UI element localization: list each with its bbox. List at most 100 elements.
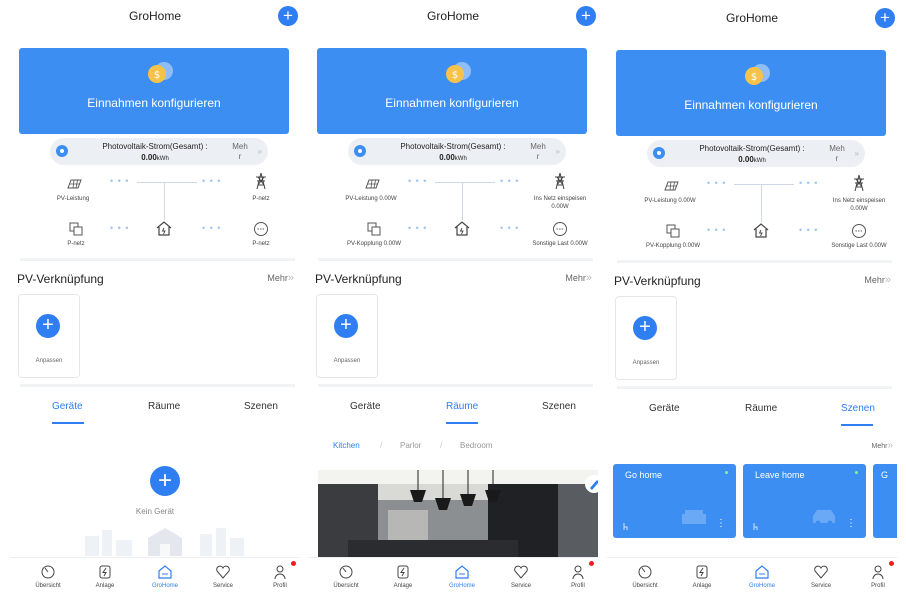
tab-scenes[interactable]: Szenen (244, 401, 278, 412)
pv-summary-more[interactable]: Meh r (529, 142, 547, 162)
pv-section-more[interactable]: Mehr» (267, 272, 294, 284)
nav-service[interactable]: Service (796, 564, 846, 589)
scene-title: Go home (625, 470, 663, 480)
screen-scenes: GroHome + $ Einnahmen konfigurieren Phot… (607, 0, 897, 597)
add-button[interactable]: + (576, 6, 596, 26)
pv-section-more[interactable]: Mehr» (864, 274, 891, 286)
more-vertical-icon[interactable]: ⋮ (846, 518, 856, 529)
energy-flow: PV-Leistung P-netz • • • • • • P-netz P-… (10, 168, 300, 258)
coupling-icon (69, 222, 83, 236)
flow-dots: • • • (408, 223, 428, 233)
nav-profile[interactable]: Profil (255, 564, 300, 589)
room-bedroom[interactable]: Bedroom (460, 441, 492, 450)
other-load-label: Sonstige Last 0.00W (532, 241, 588, 247)
room-kitchen[interactable]: Kitchen (333, 441, 360, 450)
coin-icon: $ (745, 64, 770, 85)
grid-feed-label: Ins Netz einspeisen (533, 196, 587, 202)
income-config-banner[interactable]: $ Einnahmen konfigurieren (616, 50, 886, 136)
home-icon (156, 221, 172, 236)
tab-rooms[interactable]: Räume (745, 403, 777, 414)
flow-dots: • • • (799, 178, 819, 188)
nav-profile[interactable]: Profil (553, 564, 598, 589)
home-icon (158, 565, 172, 579)
plant-icon (696, 565, 708, 579)
pv-section-title: PV-Verknüpfung (614, 274, 701, 288)
coupling-label: P-netz (67, 241, 85, 247)
coin-icon: $ (148, 62, 173, 83)
nav-service[interactable]: Service (198, 564, 248, 589)
add-device-button[interactable]: + (150, 466, 180, 496)
tab-rooms[interactable]: Räume (446, 401, 478, 412)
solar-panel-icon (365, 179, 380, 189)
tab-devices[interactable]: Geräte (649, 403, 680, 414)
kitchen-room-photo[interactable] (318, 470, 598, 557)
gesture-icon (623, 523, 628, 530)
nav-grohome[interactable]: GroHome (437, 564, 487, 589)
pv-add-card[interactable]: + Anpassen (18, 294, 80, 378)
nav-service[interactable]: Service (496, 564, 546, 589)
home-icon (755, 565, 769, 579)
more-vertical-icon[interactable]: ⋮ (716, 518, 726, 529)
screen-devices: GroHome + $ Einnahmen konfigurieren Phot… (10, 0, 300, 597)
nav-plant[interactable]: Anlage (677, 564, 727, 589)
room-separator: / (440, 440, 443, 450)
room-parlor[interactable]: Parlor (400, 441, 421, 450)
gesture-icon (753, 523, 758, 530)
other-load-icon (553, 222, 567, 236)
tab-scenes[interactable]: Szenen (542, 401, 576, 412)
scene-card-go-home[interactable]: Go home ⋮ (613, 464, 736, 538)
grid-feed-value: 0.00W (551, 204, 569, 210)
scenes-more[interactable]: Mehr» (871, 440, 893, 451)
status-dot (725, 471, 728, 474)
scene-card-leave-home[interactable]: Leave home ⋮ (743, 464, 866, 538)
coupling-icon (666, 224, 680, 238)
solar-panel-icon (67, 179, 82, 189)
pv-summary[interactable]: Photovoltaik-Strom(Gesamt) : 0.00kWh Meh… (647, 140, 865, 167)
notification-badge (889, 561, 894, 566)
heart-icon (514, 565, 528, 579)
flow-dots: • • • (707, 178, 727, 188)
tab-rooms[interactable]: Räume (148, 401, 180, 412)
tab-devices[interactable]: Geräte (52, 401, 83, 412)
divider (617, 260, 892, 263)
add-card-label: Anpassen (333, 358, 361, 364)
tab-indicator (841, 424, 873, 426)
plus-icon: + (633, 316, 657, 340)
pv-add-card[interactable]: + Anpassen (316, 294, 378, 378)
room-separator: / (380, 440, 383, 450)
flow-line (164, 182, 165, 220)
nav-profile[interactable]: Profil (853, 564, 897, 589)
nav-plant[interactable]: Anlage (378, 564, 428, 589)
nav-grohome[interactable]: GroHome (737, 564, 787, 589)
scene-card-partial[interactable]: G (873, 464, 897, 538)
other-load-label: P-netz (252, 241, 270, 247)
nav-grohome[interactable]: GroHome (140, 564, 190, 589)
gauge-icon (339, 565, 353, 579)
pv-summary-more[interactable]: Meh r (231, 142, 249, 162)
tab-devices[interactable]: Geräte (350, 401, 381, 412)
nav-overview[interactable]: Übersicht (23, 564, 73, 589)
nav-overview[interactable]: Übersicht (321, 564, 371, 589)
flow-line (435, 182, 495, 183)
flow-dots: • • • (110, 176, 130, 186)
pv-section-more[interactable]: Mehr» (565, 272, 592, 284)
svg-text:$: $ (751, 72, 757, 83)
nav-overview[interactable]: Übersicht (620, 564, 670, 589)
pv-summary[interactable]: Photovoltaik-Strom(Gesamt) : 0.00kWh Meh… (348, 138, 566, 165)
income-config-banner[interactable]: $ Einnahmen konfigurieren (317, 48, 587, 134)
banner-label: Einnahmen konfigurieren (385, 96, 519, 110)
grid-feed-value: 0.00W (850, 206, 868, 212)
pv-add-card[interactable]: + Anpassen (615, 296, 677, 380)
pv-label: PV-Leistung (56, 196, 90, 202)
nav-plant[interactable]: Anlage (80, 564, 130, 589)
pv-summary[interactable]: Photovoltaik-Strom(Gesamt) : 0.00kWh Meh… (50, 138, 268, 165)
add-button[interactable]: + (875, 8, 895, 28)
divider (20, 258, 295, 261)
income-config-banner[interactable]: $ Einnahmen konfigurieren (19, 48, 289, 134)
heart-icon (216, 565, 230, 579)
pv-summary-more[interactable]: Meh r (828, 144, 846, 164)
add-button[interactable]: + (278, 6, 298, 26)
energy-flow: PV-Leistung 0.00W Ins Netz einspeisen 0.… (308, 168, 598, 258)
divider (20, 384, 295, 387)
tab-scenes[interactable]: Szenen (841, 403, 875, 414)
